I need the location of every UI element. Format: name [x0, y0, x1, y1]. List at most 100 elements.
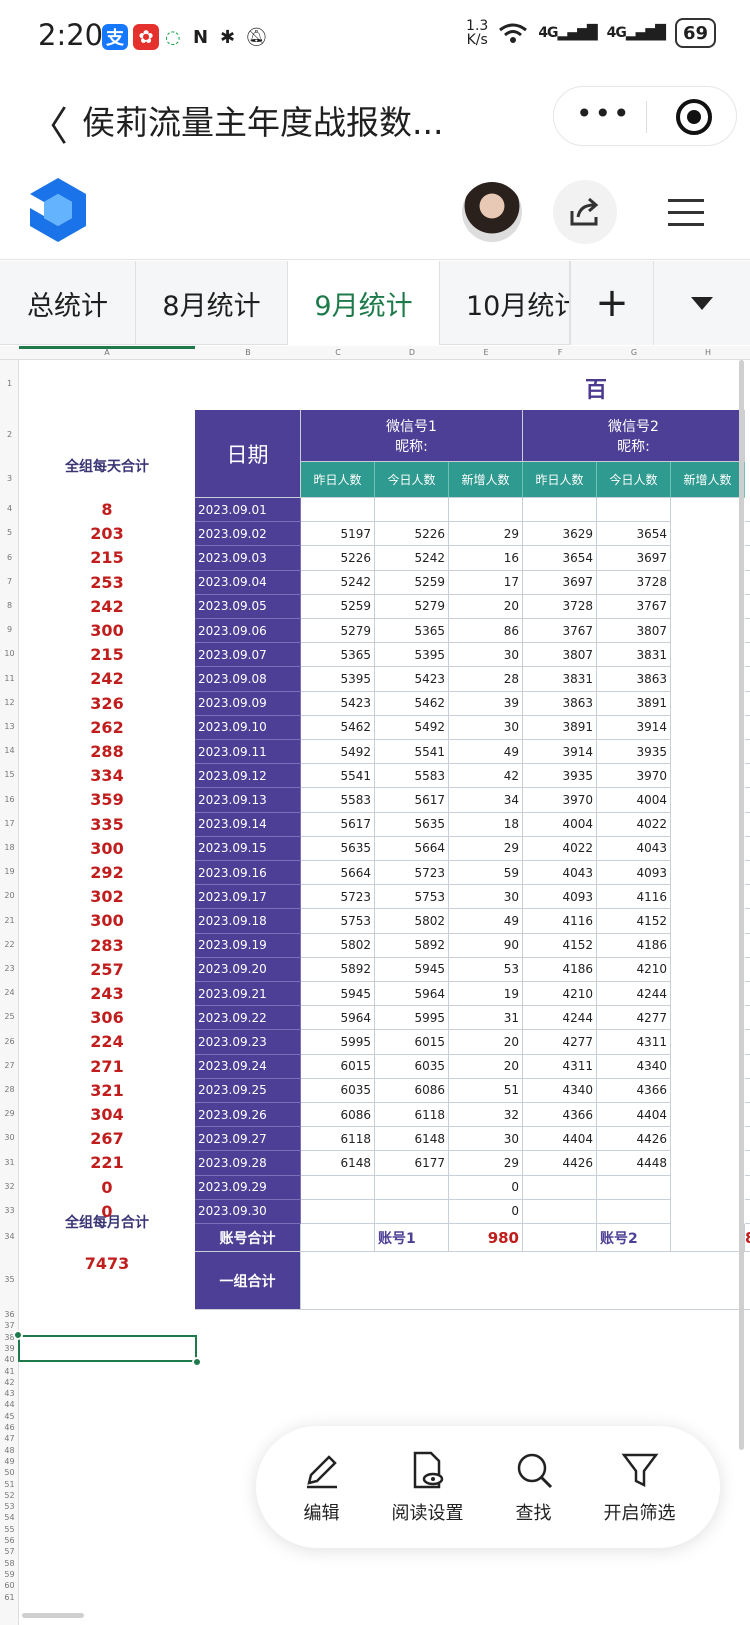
data-cell[interactable]: 86 — [449, 619, 523, 644]
data-cell[interactable]: 3728 — [523, 594, 597, 619]
data-cell[interactable]: 4448 — [597, 1151, 671, 1176]
data-cell[interactable]: 3935 — [597, 740, 671, 765]
data-cell[interactable]: 3767 — [523, 619, 597, 644]
row-number[interactable]: 12 — [0, 698, 19, 707]
col-header-b[interactable]: B — [195, 346, 301, 360]
daily-total-cell[interactable]: 300 — [19, 621, 195, 640]
data-cell[interactable]: 30 — [449, 715, 523, 740]
data-cell[interactable]: 18 — [449, 812, 523, 837]
data-cell[interactable] — [745, 667, 750, 692]
date-cell[interactable]: 2023.09.26 — [195, 1103, 301, 1128]
date-cell[interactable]: 2023.09.30 — [195, 1199, 301, 1224]
daily-total-cell[interactable]: 221 — [19, 1153, 195, 1172]
row-number[interactable]: 32 — [0, 1182, 19, 1191]
data-cell[interactable]: 3891 — [523, 715, 597, 740]
data-cell[interactable]: 5423 — [301, 691, 375, 716]
data-cell[interactable]: 49 — [449, 909, 523, 934]
daily-total-cell[interactable]: 306 — [19, 1008, 195, 1027]
data-cell[interactable]: 5365 — [375, 619, 449, 644]
date-cell[interactable]: 2023.09.16 — [195, 861, 301, 886]
col-header-f[interactable]: F — [523, 346, 597, 360]
data-cell[interactable]: 5583 — [301, 788, 375, 813]
row-number[interactable]: 1 — [0, 379, 19, 388]
data-cell[interactable]: 4116 — [523, 909, 597, 934]
data-cell[interactable] — [745, 764, 750, 789]
data-cell[interactable] — [745, 982, 750, 1007]
data-cell[interactable]: 4186 — [523, 957, 597, 982]
row-number[interactable]: 37 — [0, 1321, 19, 1330]
daily-total-cell[interactable]: 326 — [19, 694, 195, 713]
daily-total-cell[interactable]: 203 — [19, 524, 195, 543]
data-cell[interactable]: 4004 — [597, 788, 671, 813]
data-cell[interactable]: 5541 — [301, 764, 375, 789]
data-cell[interactable] — [745, 619, 750, 644]
row-number[interactable]: 20 — [0, 891, 19, 900]
date-cell[interactable]: 2023.09.02 — [195, 522, 301, 547]
row-number[interactable]: 59 — [0, 1570, 19, 1579]
row-number[interactable]: 28 — [0, 1085, 19, 1094]
row-number[interactable]: 46 — [0, 1423, 19, 1432]
data-cell[interactable]: 90 — [449, 933, 523, 958]
date-cell[interactable]: 2023.09.17 — [195, 885, 301, 910]
data-cell[interactable]: 20 — [449, 594, 523, 619]
date-cell[interactable]: 2023.09.25 — [195, 1078, 301, 1103]
data-cell[interactable]: 5664 — [375, 836, 449, 861]
data-cell[interactable]: 31 — [449, 1006, 523, 1031]
date-cell[interactable]: 2023.09.07 — [195, 643, 301, 668]
back-icon[interactable]: 〈 — [28, 94, 68, 152]
row-number[interactable]: 45 — [0, 1412, 19, 1421]
date-cell[interactable]: 2023.09.14 — [195, 812, 301, 837]
row-number[interactable]: 54 — [0, 1513, 19, 1522]
daily-total-cell[interactable]: 271 — [19, 1057, 195, 1076]
data-cell[interactable]: 29 — [449, 836, 523, 861]
daily-total-cell[interactable]: 304 — [19, 1105, 195, 1124]
data-cell[interactable]: 59 — [449, 861, 523, 886]
row-number[interactable]: 34 — [0, 1232, 19, 1241]
data-cell[interactable] — [745, 1078, 750, 1103]
row-number[interactable]: 36 — [0, 1310, 19, 1319]
row-number[interactable]: 35 — [0, 1275, 19, 1284]
row-number[interactable]: 3 — [0, 474, 19, 483]
data-cell[interactable]: 5635 — [375, 812, 449, 837]
row-number[interactable]: 60 — [0, 1581, 19, 1590]
daily-total-cell[interactable]: 243 — [19, 984, 195, 1003]
find-button[interactable]: 查找 — [513, 1449, 555, 1525]
data-cell[interactable]: 0 — [449, 1175, 523, 1200]
data-cell[interactable]: 5395 — [375, 643, 449, 668]
data-cell[interactable]: 3935 — [523, 764, 597, 789]
data-cell[interactable] — [375, 498, 449, 523]
data-cell[interactable]: 5462 — [301, 715, 375, 740]
account1-label[interactable]: 账号1 — [375, 1224, 449, 1252]
data-cell[interactable] — [745, 546, 750, 571]
data-cell[interactable]: 3863 — [523, 691, 597, 716]
row-number[interactable]: 39 — [0, 1344, 19, 1353]
row-number[interactable]: 23 — [0, 964, 19, 973]
data-cell[interactable]: 53 — [449, 957, 523, 982]
data-cell[interactable] — [745, 691, 750, 716]
horizontal-scrollbar[interactable] — [22, 1613, 84, 1618]
data-cell[interactable]: 4004 — [523, 812, 597, 837]
row-number[interactable]: 42 — [0, 1378, 19, 1387]
row-number[interactable]: 25 — [0, 1012, 19, 1021]
daily-total-cell[interactable]: 262 — [19, 718, 195, 737]
data-cell[interactable]: 5664 — [301, 861, 375, 886]
selection-handle-top[interactable] — [13, 1330, 23, 1340]
data-cell[interactable]: 4152 — [597, 909, 671, 934]
enable-filter-button[interactable]: 开启筛选 — [604, 1449, 676, 1525]
data-cell[interactable]: 20 — [449, 1030, 523, 1055]
col-header-e[interactable]: E — [449, 346, 523, 360]
data-cell[interactable]: 4093 — [597, 861, 671, 886]
date-cell[interactable]: 2023.09.10 — [195, 715, 301, 740]
data-cell[interactable] — [745, 643, 750, 668]
data-cell[interactable]: 5753 — [375, 885, 449, 910]
reading-settings-button[interactable]: 阅读设置 — [392, 1449, 464, 1525]
col-header-h[interactable]: H — [671, 346, 745, 360]
data-cell[interactable]: 3831 — [597, 643, 671, 668]
date-cell[interactable]: 2023.09.04 — [195, 570, 301, 595]
data-cell[interactable]: 5226 — [301, 546, 375, 571]
data-cell[interactable]: 29 — [449, 522, 523, 547]
data-cell[interactable]: 3697 — [597, 546, 671, 571]
data-cell[interactable]: 30 — [449, 885, 523, 910]
data-cell[interactable]: 3914 — [597, 715, 671, 740]
row-number[interactable]: 49 — [0, 1457, 19, 1466]
